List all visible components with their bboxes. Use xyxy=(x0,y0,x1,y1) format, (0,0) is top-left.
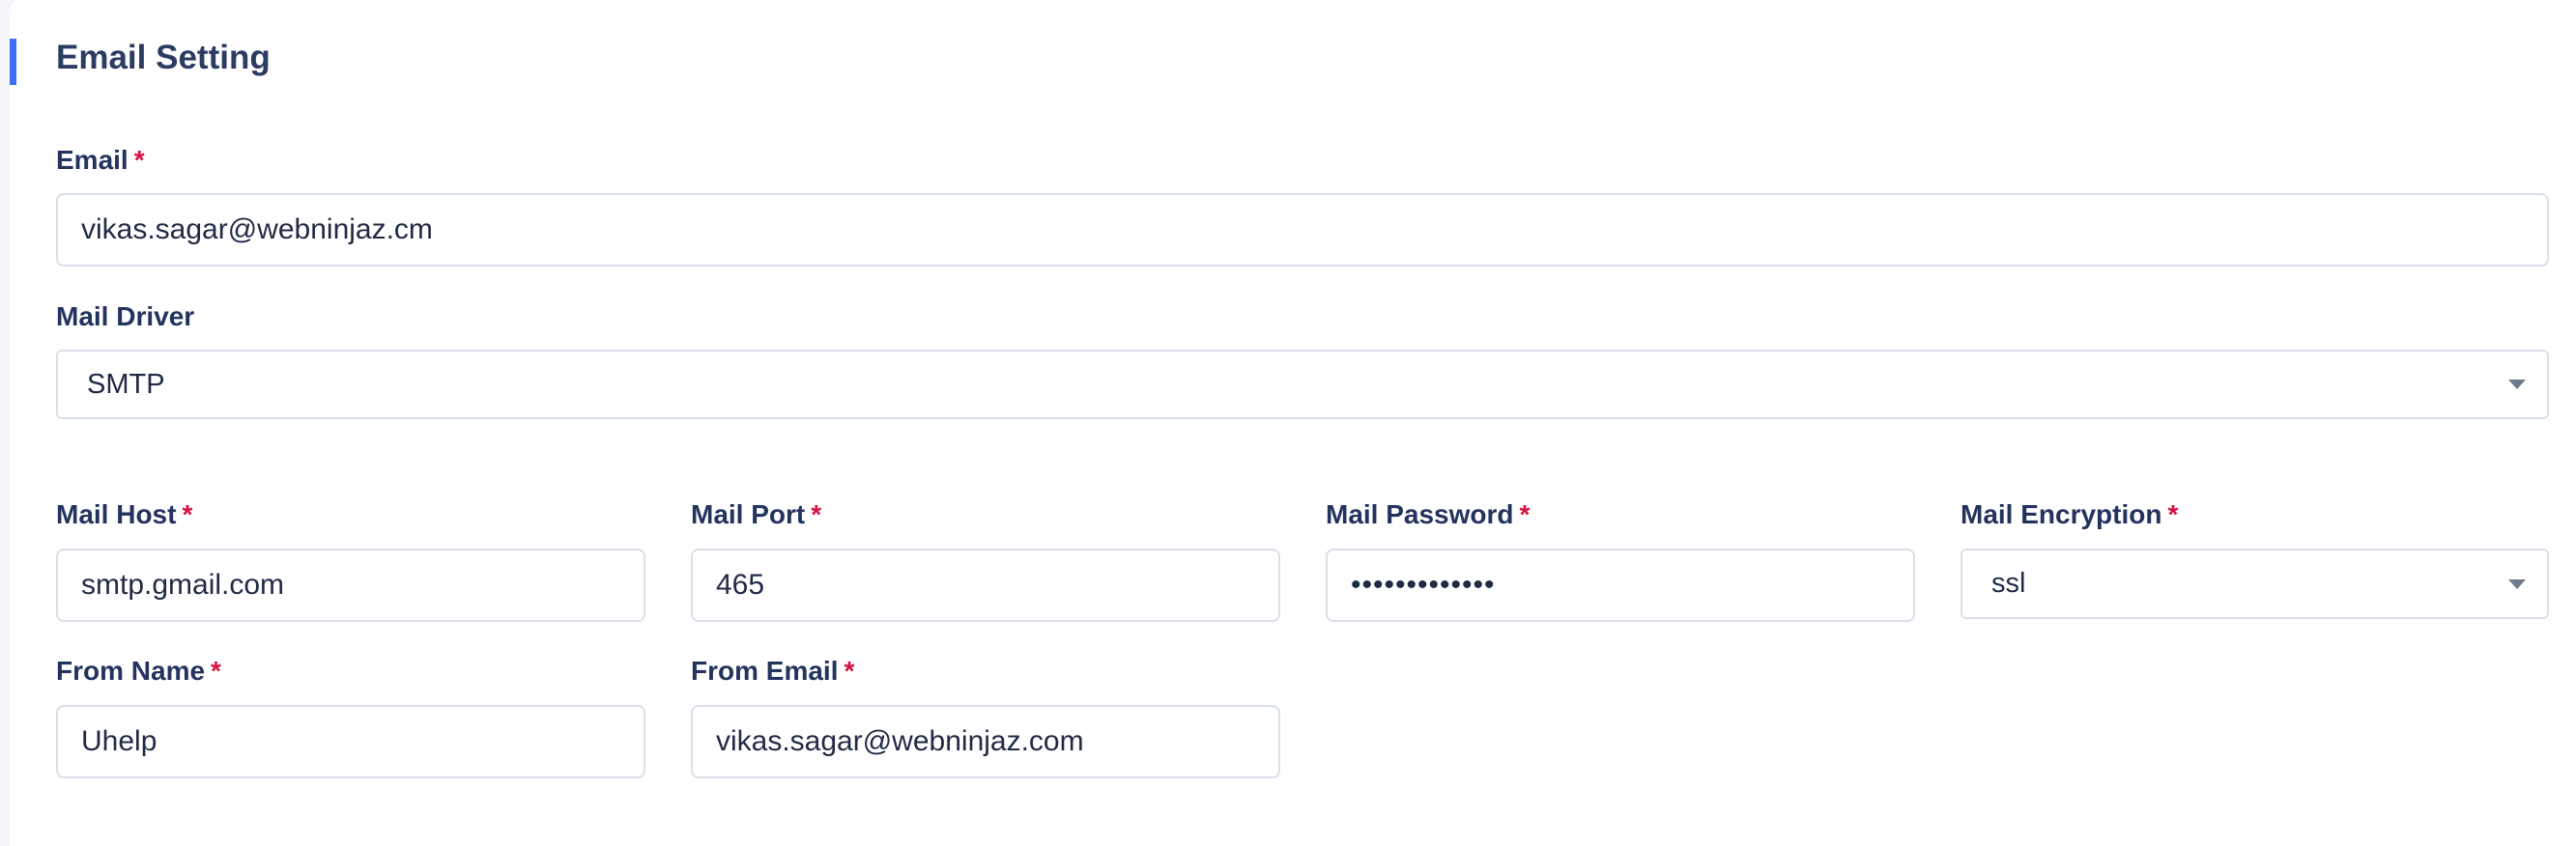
required-mark: * xyxy=(133,145,145,175)
required-mark: * xyxy=(844,656,855,686)
mail-password-label: Mail Password * xyxy=(1326,499,1531,529)
mail-password-field[interactable] xyxy=(1326,549,1915,622)
mail-encryption-select[interactable]: ssl xyxy=(1961,549,2549,619)
mail-encryption-selected-value: ssl xyxy=(1991,568,2026,599)
from-email-label: From Email * xyxy=(691,656,855,686)
caret-down-icon xyxy=(2508,380,2526,389)
required-mark: * xyxy=(211,656,221,686)
mail-host-label: Mail Host * xyxy=(56,499,193,529)
mail-port-field[interactable] xyxy=(691,549,1280,622)
from-name-label: From Name * xyxy=(56,656,221,686)
mail-host-field[interactable] xyxy=(56,549,645,622)
email-setting-card: Email Setting Email* Mail Driver SMTP Ma… xyxy=(10,0,2576,846)
mail-driver-selected-value: SMTP xyxy=(87,368,165,400)
required-mark: * xyxy=(1519,499,1531,529)
caret-down-icon xyxy=(2508,578,2526,589)
required-mark: * xyxy=(182,499,193,529)
section-title: Email Setting xyxy=(56,39,271,76)
email-label: Email * xyxy=(56,145,145,175)
mail-port-label: Mail Port * xyxy=(691,499,822,529)
email-field[interactable] xyxy=(56,193,2549,267)
mail-driver-label: Mail Driver xyxy=(56,301,195,331)
mail-encryption-label: Mail Encryption * xyxy=(1961,499,2179,529)
from-name-field[interactable] xyxy=(56,705,645,778)
mail-driver-select[interactable]: SMTP xyxy=(56,350,2549,419)
from-email-field[interactable] xyxy=(691,705,1280,778)
required-mark: * xyxy=(2167,499,2179,529)
required-mark: * xyxy=(811,499,822,529)
section-accent-bar xyxy=(10,39,16,85)
